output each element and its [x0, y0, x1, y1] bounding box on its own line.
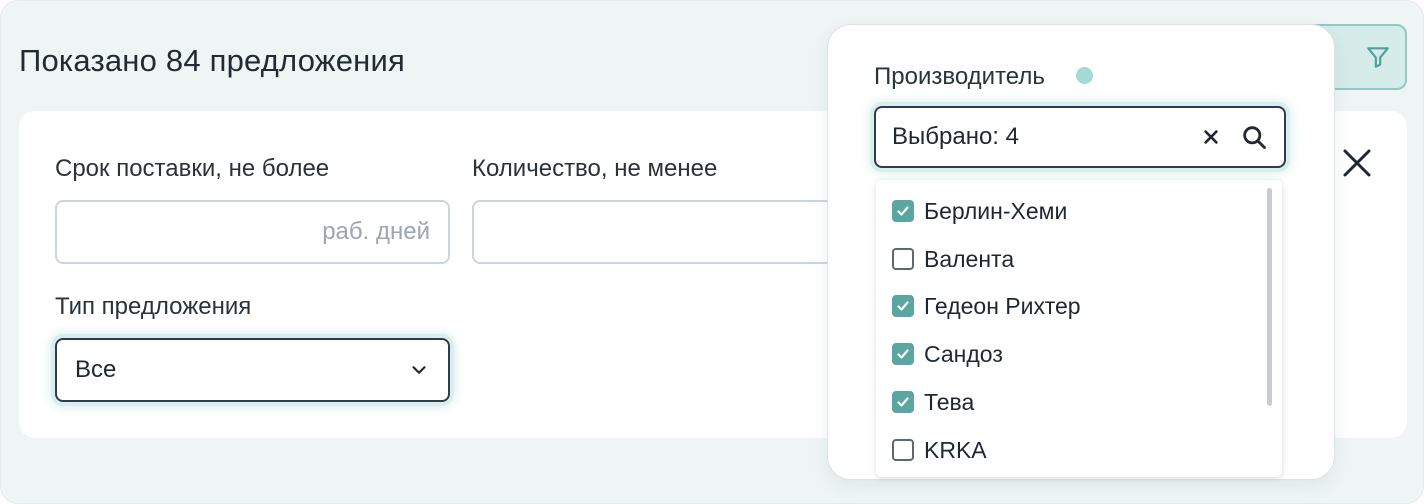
checkbox-unchecked[interactable]	[892, 248, 914, 270]
checkmark-icon	[897, 206, 909, 216]
checkbox-checked[interactable]	[892, 343, 914, 365]
delivery-term-input[interactable]: раб. дней	[55, 200, 450, 264]
quantity-label: Количество, не менее	[472, 155, 718, 182]
chevron-down-icon	[412, 366, 426, 374]
manufacturer-option-label: Сандоз	[924, 340, 1003, 367]
delivery-term-label: Срок поставки, не более	[55, 155, 330, 182]
clear-icon[interactable]	[1198, 124, 1224, 150]
manufacturer-search-value: Выбрано: 4	[892, 123, 1019, 150]
checkbox-checked[interactable]	[892, 295, 914, 317]
list-scrollbar[interactable]	[1267, 188, 1272, 406]
manufacturer-option-label: KRKA	[924, 436, 987, 463]
quantity-input[interactable]	[472, 200, 867, 264]
manufacturer-option[interactable]: Сандоз	[892, 339, 1003, 369]
active-filter-dot	[1076, 67, 1093, 84]
manufacturer-search-input[interactable]: Выбрано: 4	[874, 106, 1286, 168]
manufacturer-option[interactable]: KRKA	[892, 435, 987, 465]
results-count-title: Показано 84 предложения	[19, 43, 405, 78]
manufacturer-option[interactable]: Валента	[892, 244, 1014, 274]
manufacturer-option[interactable]: Тева	[892, 387, 974, 417]
manufacturer-option[interactable]: Берлин-Хеми	[892, 196, 1067, 226]
checkbox-checked[interactable]	[892, 200, 914, 222]
manufacturer-option-label: Берлин-Хеми	[924, 197, 1068, 224]
manufacturer-option[interactable]: Гедеон Рихтер	[892, 291, 1081, 321]
manufacturer-popover: Производитель Выбрано: 4 Берлин-Хеми Вал…	[827, 24, 1335, 480]
offers-panel: Показано 84 предложения Срок поставки, н…	[0, 0, 1424, 504]
manufacturer-list: Берлин-Хеми Валента Гедеон Рихтер Сандоз	[876, 180, 1282, 477]
checkbox-unchecked[interactable]	[892, 439, 914, 461]
filter-icon	[1367, 47, 1389, 68]
offer-type-label: Тип предложения	[55, 293, 252, 320]
checkmark-icon	[897, 349, 909, 359]
manufacturer-option-label: Валента	[924, 245, 1015, 272]
offer-type-select[interactable]: Все	[55, 338, 450, 402]
manufacturer-option-label: Гедеон Рихтер	[924, 292, 1081, 319]
checkbox-checked[interactable]	[892, 391, 914, 413]
close-icon[interactable]	[1339, 145, 1375, 181]
checkmark-icon	[897, 301, 909, 311]
delivery-term-placeholder: раб. дней	[322, 218, 430, 245]
offer-type-value: Все	[75, 356, 117, 383]
manufacturer-option-label: Тева	[924, 388, 975, 415]
checkmark-icon	[897, 397, 909, 407]
search-icon[interactable]	[1240, 123, 1268, 151]
manufacturer-label: Производитель	[874, 63, 1045, 90]
